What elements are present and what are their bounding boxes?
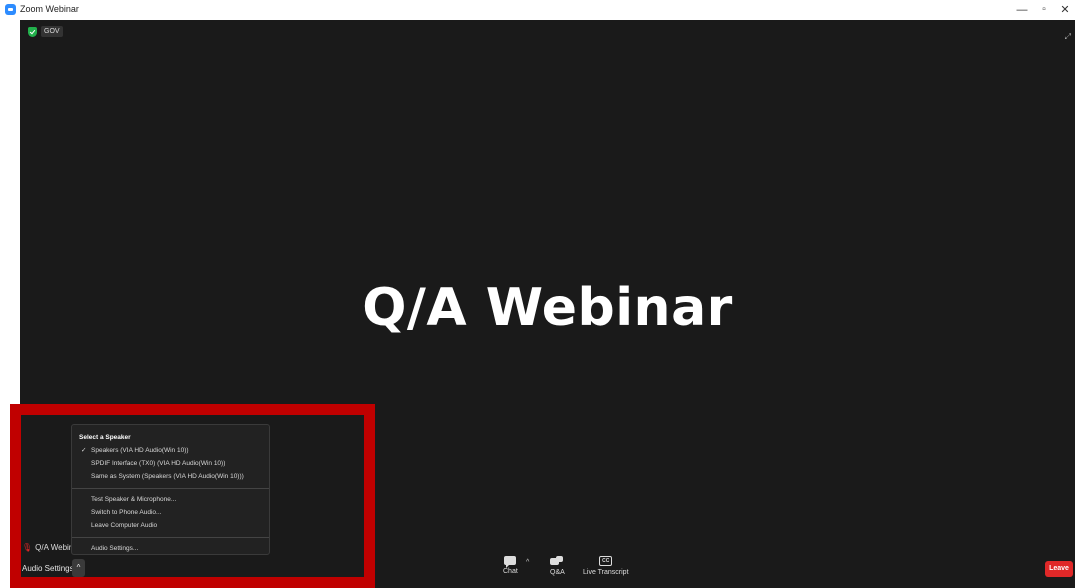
leave-computer-audio-item[interactable]: Leave Computer Audio	[72, 519, 269, 532]
zoom-app-icon	[5, 4, 16, 15]
live-transcript-label: Live Transcript	[583, 569, 629, 576]
menu-divider	[72, 537, 269, 538]
audio-settings-button[interactable]: Audio Settings	[22, 560, 74, 578]
security-shield-icon[interactable]	[28, 27, 37, 37]
test-speaker-mic-item[interactable]: Test Speaker & Microphone...	[72, 493, 269, 506]
menu-divider	[72, 488, 269, 489]
fullscreen-icon[interactable]: ⤢	[1065, 32, 1071, 42]
qa-button[interactable]: Q&A	[550, 556, 565, 576]
qa-icon	[550, 556, 564, 566]
speaker-option-label: Speakers (VIA HD Audio(Win 10))	[91, 447, 189, 454]
checkmark-icon: ✓	[81, 447, 87, 454]
maximize-button[interactable]: ▫	[1035, 2, 1053, 18]
mic-muted-icon: 🎙	[22, 543, 33, 552]
speaker-option[interactable]: ✓ Speakers (VIA HD Audio(Win 10))	[72, 444, 269, 457]
live-transcript-button[interactable]: CC Live Transcript	[583, 556, 629, 576]
chat-options-caret[interactable]: ^	[526, 559, 529, 566]
speaker-menu-heading: Select a Speaker	[79, 434, 131, 441]
chat-icon	[504, 556, 517, 568]
chat-label: Chat	[503, 568, 518, 575]
webinar-title: Q/A Webinar	[362, 278, 733, 338]
title-bar: Zoom Webinar — ▫ ✕	[0, 0, 1075, 20]
chat-button[interactable]: Chat	[503, 556, 518, 575]
window-title: Zoom Webinar	[20, 4, 79, 14]
switch-phone-audio-item[interactable]: Switch to Phone Audio...	[72, 506, 269, 519]
gov-badge: GOV	[41, 26, 63, 37]
minimize-button[interactable]: —	[1013, 2, 1031, 18]
self-view-label: 🎙 Q/A Webina	[22, 543, 78, 552]
closed-caption-icon: CC	[599, 556, 613, 566]
speaker-option[interactable]: SPDIF Interface (TX0) (VIA HD Audio(Win …	[72, 457, 269, 470]
close-button[interactable]: ✕	[1056, 2, 1074, 18]
leave-button[interactable]: Leave	[1045, 561, 1073, 577]
speaker-menu: Select a Speaker ✓ Speakers (VIA HD Audi…	[71, 424, 270, 555]
audio-settings-item[interactable]: Audio Settings...	[72, 542, 269, 555]
speaker-option[interactable]: Same as System (Speakers (VIA HD Audio(W…	[72, 470, 269, 483]
qa-label: Q&A	[550, 569, 565, 576]
audio-options-caret[interactable]: ^	[72, 559, 85, 577]
